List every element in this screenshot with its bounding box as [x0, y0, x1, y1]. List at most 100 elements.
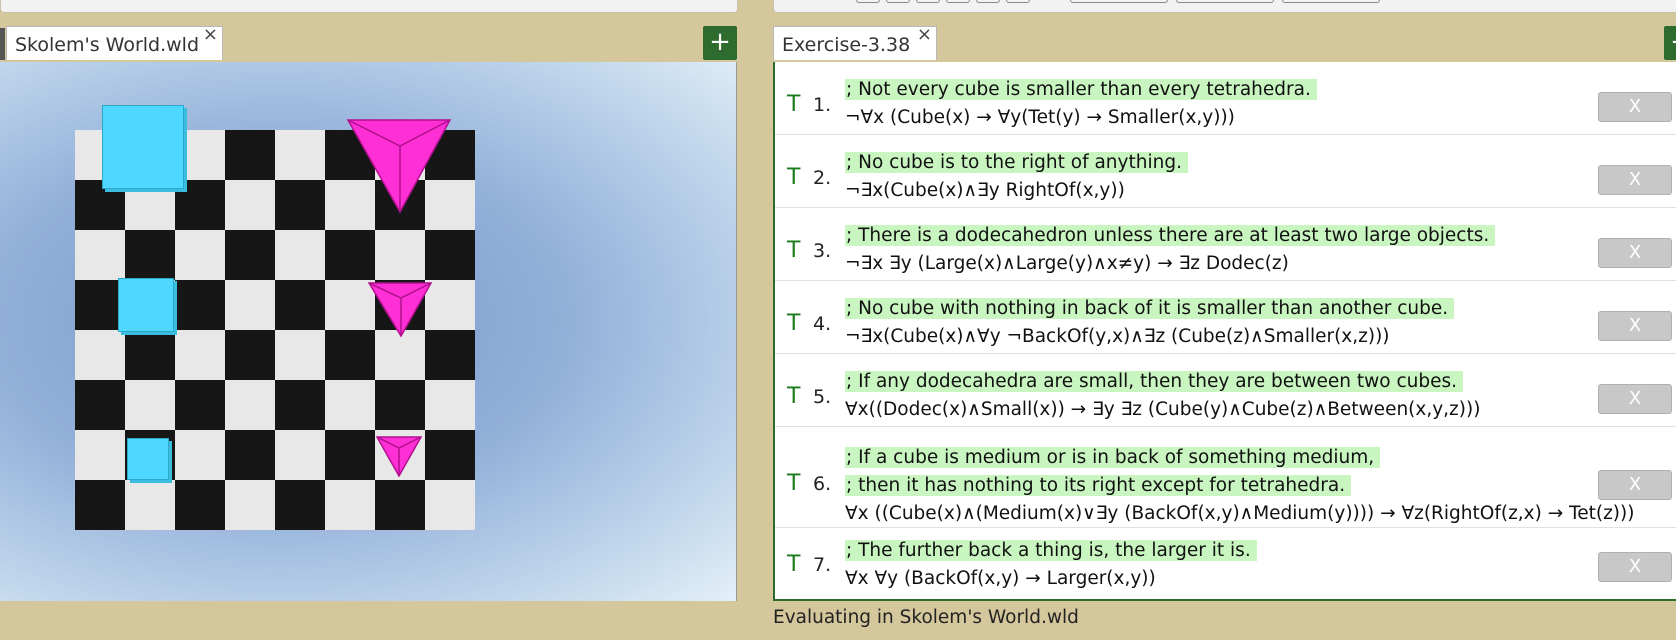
toolbar-button[interactable]: [1282, 0, 1380, 3]
board-square[interactable]: [125, 380, 175, 430]
board-square[interactable]: [425, 480, 475, 530]
close-icon[interactable]: ×: [203, 17, 218, 53]
board-square[interactable]: [225, 380, 275, 430]
board-square[interactable]: [325, 480, 375, 530]
sentence-comment[interactable]: ; Not every cube is smaller than every t…: [845, 79, 1317, 100]
large-tetrahedron[interactable]: [346, 118, 452, 214]
sentence-row[interactable]: T 1. ; Not every cube is smaller than ev…: [775, 62, 1676, 135]
board-square[interactable]: [175, 380, 225, 430]
sentence-formula[interactable]: ¬∃x ∃y (Large(x)∧Large(y)∧x≠y) → ∃z Dode…: [845, 253, 1289, 274]
board-square[interactable]: [275, 380, 325, 430]
board-square[interactable]: [225, 180, 275, 230]
add-world-button[interactable]: +: [703, 26, 737, 60]
toolbar-button[interactable]: [976, 0, 1000, 3]
board-square[interactable]: [175, 230, 225, 280]
tab-exercise-file[interactable]: Exercise-3.38 ×: [773, 24, 937, 60]
board-square[interactable]: [125, 230, 175, 280]
board-square[interactable]: [125, 480, 175, 530]
toolbar-button[interactable]: [946, 0, 970, 3]
sentence-comment[interactable]: ; If any dodecahedra are small, then the…: [845, 371, 1464, 392]
sentence-row[interactable]: T 3. ; There is a dodecahedron unless th…: [775, 208, 1676, 281]
board-square[interactable]: [375, 480, 425, 530]
delete-sentence-button[interactable]: X: [1598, 92, 1672, 122]
add-sentence-file-button[interactable]: +: [1664, 26, 1676, 60]
board-square[interactable]: [225, 480, 275, 530]
board-square[interactable]: [425, 380, 475, 430]
delete-sentence-button[interactable]: X: [1598, 470, 1672, 500]
board-square[interactable]: [325, 380, 375, 430]
sentence-row[interactable]: T 5. ; If any dodecahedra are small, the…: [775, 354, 1676, 427]
sentence-formula[interactable]: ∀x((Dodec(x)∧Small(x)) → ∃y ∃z (Cube(y)∧…: [845, 399, 1480, 420]
panel-edge-handle[interactable]: [0, 28, 5, 60]
board-square[interactable]: [275, 230, 325, 280]
board-square[interactable]: [75, 330, 125, 380]
board-square[interactable]: [225, 280, 275, 330]
delete-sentence-button[interactable]: X: [1598, 311, 1672, 341]
board-square[interactable]: [325, 430, 375, 480]
toolbar-button[interactable]: [1070, 0, 1168, 3]
board-square[interactable]: [275, 430, 325, 480]
sentence-formula[interactable]: ∀x ((Cube(x)∧(Medium(x)∨∃y (BackOf(x,y)∧…: [845, 503, 1634, 524]
large-cube[interactable]: [102, 105, 184, 189]
board-square[interactable]: [175, 430, 225, 480]
board-square[interactable]: [175, 330, 225, 380]
sentence-formula[interactable]: ∀x ∀y (BackOf(x,y) → Larger(x,y)): [845, 568, 1156, 589]
board-square[interactable]: [275, 180, 325, 230]
board-square[interactable]: [425, 230, 475, 280]
board-square[interactable]: [275, 130, 325, 180]
sentence-comment[interactable]: ; There is a dodecahedron unless there a…: [845, 225, 1496, 246]
toolbar-button[interactable]: [916, 0, 940, 3]
board-square[interactable]: [275, 280, 325, 330]
board-square[interactable]: [225, 430, 275, 480]
sentence-formula[interactable]: ¬∃x(Cube(x)∧∃y RightOf(x,y)): [845, 180, 1125, 201]
small-cube[interactable]: [127, 438, 169, 480]
sentence-comment[interactable]: ; then it has nothing to its right excep…: [845, 475, 1352, 496]
board-square[interactable]: [375, 230, 425, 280]
board-square[interactable]: [175, 280, 225, 330]
delete-sentence-button[interactable]: X: [1598, 552, 1672, 582]
sentence-comment[interactable]: ; No cube is to the right of anything.: [845, 152, 1188, 173]
sentence-comment[interactable]: ; The further back a thing is, the large…: [845, 540, 1257, 561]
sentence-comment[interactable]: ; If a cube is medium or is in back of s…: [845, 447, 1381, 468]
board-square[interactable]: [425, 280, 475, 330]
board-square[interactable]: [75, 230, 125, 280]
medium-tetrahedron[interactable]: [368, 282, 432, 338]
top-toolbar-right: [773, 0, 1676, 13]
sentence-row[interactable]: T 4. ; No cube with nothing in back of i…: [775, 281, 1676, 354]
delete-sentence-button[interactable]: X: [1598, 238, 1672, 268]
sentence-row[interactable]: T 7. ; The further back a thing is, the …: [775, 528, 1676, 599]
toolbar-button[interactable]: [1006, 0, 1030, 3]
world-view[interactable]: [0, 62, 737, 601]
board-square[interactable]: [75, 480, 125, 530]
toolbar-button[interactable]: [886, 0, 910, 3]
toolbar-button[interactable]: [856, 0, 880, 3]
small-tetrahedron[interactable]: [376, 436, 422, 478]
board-square[interactable]: [75, 430, 125, 480]
sentence-row[interactable]: T 6. ; If a cube is medium or is in back…: [775, 427, 1676, 528]
truth-value: T: [787, 471, 801, 496]
close-icon[interactable]: ×: [917, 17, 932, 53]
delete-sentence-button[interactable]: X: [1598, 384, 1672, 414]
delete-sentence-button[interactable]: X: [1598, 165, 1672, 195]
board-square[interactable]: [325, 230, 375, 280]
toolbar-button[interactable]: [1176, 0, 1274, 3]
board-square[interactable]: [125, 330, 175, 380]
board-square[interactable]: [75, 380, 125, 430]
board-square[interactable]: [275, 480, 325, 530]
board-square[interactable]: [225, 130, 275, 180]
board-square[interactable]: [275, 330, 325, 380]
board-square[interactable]: [175, 480, 225, 530]
tab-world-file[interactable]: Skolem's World.wld ×: [6, 24, 223, 60]
sentence-comment[interactable]: ; No cube with nothing in back of it is …: [845, 298, 1455, 319]
board-square[interactable]: [425, 430, 475, 480]
board-square[interactable]: [375, 380, 425, 430]
sentence-formula[interactable]: ¬∃x(Cube(x)∧∀y ¬BackOf(y,x)∧∃z (Cube(z)∧…: [845, 326, 1390, 347]
board-square[interactable]: [225, 230, 275, 280]
sentence-formula[interactable]: ¬∀x (Cube(x) → ∀y(Tet(y) → Smaller(x,y))…: [845, 107, 1235, 128]
sentence-number: 4.: [813, 313, 832, 335]
sentence-list[interactable]: T 1. ; Not every cube is smaller than ev…: [773, 62, 1676, 601]
medium-cube[interactable]: [118, 278, 174, 332]
board-square[interactable]: [425, 330, 475, 380]
board-square[interactable]: [225, 330, 275, 380]
sentence-row[interactable]: T 2. ; No cube is to the right of anythi…: [775, 135, 1676, 208]
